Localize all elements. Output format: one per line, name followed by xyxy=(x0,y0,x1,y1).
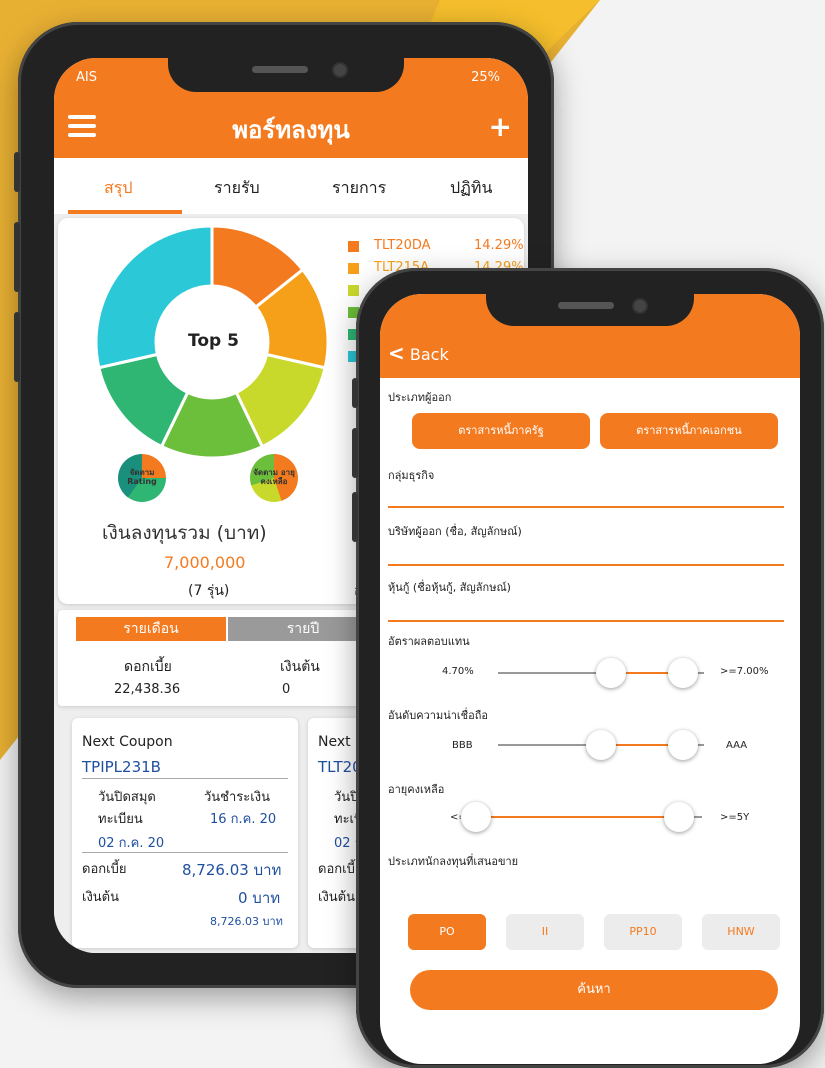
divider xyxy=(82,778,288,779)
yield-range-slider[interactable] xyxy=(498,658,704,688)
tab-transactions[interactable]: รายการ xyxy=(332,176,386,201)
rating-range-slider[interactable] xyxy=(498,730,704,760)
coupon-interest-label: ดอกเบี้ย xyxy=(82,862,127,877)
tenor-max-label: >=5Y xyxy=(720,812,750,823)
back-button[interactable]: < Back xyxy=(388,341,449,365)
interest-label: ดอกเบี้ย xyxy=(124,659,172,675)
slider-handle-high[interactable] xyxy=(668,730,699,760)
book-close-date: 02 ก.ค. 20 xyxy=(98,836,165,851)
govt-bond-button[interactable]: ตราสารหนี้ภาครัฐ xyxy=(412,413,590,449)
bond-count: (7 รุ่น) xyxy=(188,583,230,599)
battery-label: 25% xyxy=(471,70,500,85)
volume-up-button xyxy=(14,222,20,292)
volume-up-button xyxy=(352,428,358,478)
legend-name: TLT20DA xyxy=(374,238,431,253)
book-close-label-2: ทะเบียน xyxy=(98,812,143,827)
slider-handle-low[interactable] xyxy=(586,730,616,760)
principal-label: เงินต้น xyxy=(280,659,320,675)
investor-pp10-button[interactable]: PP10 xyxy=(604,914,682,950)
page-title: พอร์ทลงทุน xyxy=(232,116,350,144)
mute-button xyxy=(352,378,358,408)
phone-notch xyxy=(486,294,694,326)
mute-button xyxy=(14,152,20,192)
legend-swatch xyxy=(348,241,359,252)
yield-min-label: 4.70% xyxy=(442,666,474,677)
tenor-label: อายุคงเหลือ xyxy=(388,783,445,796)
rating-min-label: BBB xyxy=(452,740,473,751)
volume-down-button xyxy=(352,492,358,542)
divider xyxy=(82,852,288,853)
chevron-left-icon: < xyxy=(388,341,405,365)
pie-center-label: Top 5 xyxy=(188,331,239,351)
coupon-principal-value: 0 บาท xyxy=(238,889,281,907)
slider-handle-high[interactable] xyxy=(668,658,699,688)
segment-monthly[interactable]: รายเดือน xyxy=(76,617,226,641)
total-investment-value: 7,000,000 xyxy=(164,553,246,572)
camera xyxy=(632,298,648,314)
tab-bar: สรุป รายรับ รายการ ปฏิทิน xyxy=(54,158,528,215)
legend-swatch xyxy=(348,285,359,296)
maturity-principal-label: เงินต้น xyxy=(318,890,356,905)
tab-summary[interactable]: สรุป xyxy=(104,176,133,201)
speaker xyxy=(558,302,614,309)
maturity-mini-chart[interactable]: จัดตาม อายุคงเหลือ xyxy=(250,454,298,502)
tenor-range-slider[interactable] xyxy=(461,802,702,832)
book-close-label: วันปิดสมุด xyxy=(98,790,156,805)
investor-type-label: ประเภทนักลงทุนที่เสนอขาย xyxy=(388,855,519,868)
coupon-principal-label: เงินต้น xyxy=(82,890,120,905)
slider-handle-low[interactable] xyxy=(596,658,627,688)
back-label: Back xyxy=(409,345,449,364)
coupon-interest-value: 8,726.03 บาท xyxy=(182,861,282,879)
issuer-company-input[interactable] xyxy=(388,564,784,566)
phone-notch xyxy=(168,58,404,92)
legend-value: 14.29% xyxy=(474,238,524,253)
speaker xyxy=(252,66,308,73)
slider-handle-high[interactable] xyxy=(664,802,695,832)
principal-value: 0 xyxy=(282,682,291,697)
rating-max-label: AAA xyxy=(726,740,748,751)
phone-search: < Back ประเภทผู้ออก ตราสารหนี้ภาครัฐ ตรา… xyxy=(352,268,824,1068)
next-coupon-title: Next Coupon xyxy=(82,734,173,750)
corporate-bond-button[interactable]: ตราสารหนี้ภาคเอกชน xyxy=(600,413,778,449)
next-coupon-code: TPIPL231B xyxy=(82,758,161,776)
search-screen: < Back ประเภทผู้ออก ตราสารหนี้ภาครัฐ ตรา… xyxy=(380,294,800,1064)
coupon-total: 8,726.03 บาท xyxy=(210,915,283,928)
slider-handle-low[interactable] xyxy=(461,802,491,832)
legend-swatch xyxy=(348,263,359,274)
investor-po-button[interactable]: PO xyxy=(408,914,486,950)
tab-calendar[interactable]: ปฏิทิน xyxy=(450,176,492,201)
slider-fill xyxy=(476,816,680,818)
issuer-company-label: บริษัทผู้ออก (ชื่อ, สัญลักษณ์) xyxy=(388,525,522,538)
issuer-type-label: ประเภทผู้ออก xyxy=(388,391,452,404)
bond-name-input[interactable] xyxy=(388,620,784,622)
investor-ii-button[interactable]: II xyxy=(506,914,584,950)
plus-icon[interactable]: + xyxy=(489,110,512,143)
carrier-label: AIS xyxy=(76,70,97,85)
business-group-input[interactable] xyxy=(388,506,784,508)
pay-date: 16 ก.ค. 20 xyxy=(210,812,277,827)
volume-down-button xyxy=(14,312,20,382)
rating-mini-chart[interactable]: จัดตาม Rating xyxy=(118,454,166,502)
bond-name-label: หุ้นกู้ (ชื่อหุ้นกู้, สัญลักษณ์) xyxy=(388,581,511,594)
pay-date-label: วันชำระเงิน xyxy=(204,790,270,805)
camera xyxy=(332,62,348,78)
investor-hnw-button[interactable]: HNW xyxy=(702,914,780,950)
yield-label: อัตราผลตอบแทน xyxy=(388,635,470,648)
search-button[interactable]: ค้นหา xyxy=(410,970,778,1010)
business-group-label: กลุ่มธุรกิจ xyxy=(388,469,435,482)
total-investment-label: เงินลงทุนรวม (บาท) xyxy=(102,522,267,544)
tab-income[interactable]: รายรับ xyxy=(214,176,260,201)
interest-value: 22,438.36 xyxy=(114,682,181,697)
yield-max-label: >=7.00% xyxy=(720,666,769,677)
rating-label: อันดับความน่าเชื่อถือ xyxy=(388,709,489,722)
